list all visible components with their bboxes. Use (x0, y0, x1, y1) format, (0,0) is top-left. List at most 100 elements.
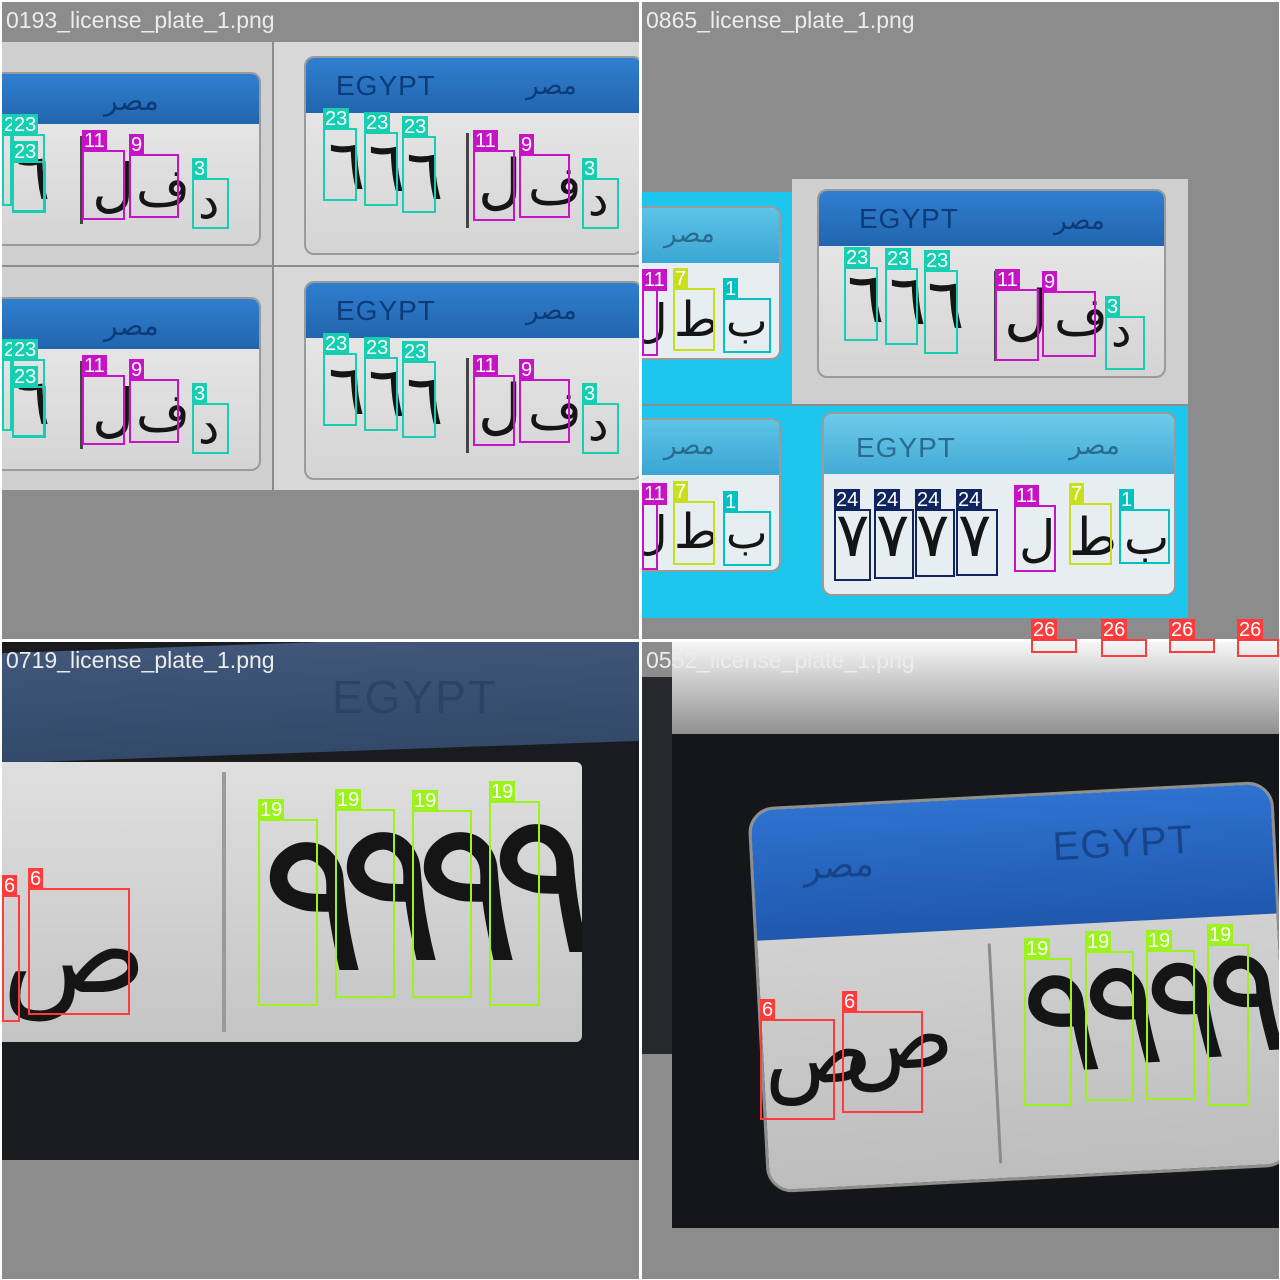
detection-box: 23 (364, 112, 398, 206)
detection-label: 6 (842, 991, 858, 1013)
detection-box: 19 (258, 799, 318, 1006)
detection-label: 3 (192, 383, 208, 405)
detection-box: 3 (192, 158, 229, 229)
detection-label: 7 (673, 268, 689, 290)
detection-box: 11 (82, 130, 125, 220)
detection-box: 19 (489, 781, 540, 1006)
tile-filename: 0719_license_plate_1.png (6, 647, 275, 673)
tile-filename: 0552_license_plate_1.png (646, 647, 915, 673)
detection-label: 19 (412, 790, 439, 812)
detection-label: 6 (28, 868, 44, 890)
detection-label: 23 (364, 337, 391, 359)
detection-box: 23 (12, 141, 46, 213)
detection-label: 23 (885, 248, 912, 270)
detection-label: 19 (335, 789, 362, 811)
detection-box: 7 (673, 481, 715, 565)
detection-box: 3 (192, 383, 229, 454)
tile-filename: 0193_license_plate_1.png (6, 7, 275, 33)
detection-box: 26 (1031, 619, 1077, 653)
detection-box: 24 (915, 489, 955, 577)
detection-box: 23 (2, 114, 29, 206)
detection-box: 19 (412, 790, 472, 998)
detection-label: 1 (1119, 489, 1135, 511)
detection-box: 11 (82, 355, 125, 445)
detection-label: 23 (12, 114, 39, 136)
detection-label: 1 (723, 278, 739, 300)
detection-box: 1 (723, 491, 771, 566)
detection-box: 7 (673, 268, 715, 351)
detection-box: 11 (995, 269, 1039, 361)
detection-box: 26 (1237, 619, 1279, 657)
detection-box: 6 (2, 875, 20, 1022)
tile-filename: 0865_license_plate_1.png (646, 7, 915, 33)
detection-box: 6 (28, 868, 130, 1015)
detection-box: 1 (1119, 489, 1170, 564)
detection-box: 23 (402, 341, 436, 438)
detection-box: 11 (473, 130, 515, 221)
detection-label: 23 (323, 108, 350, 130)
detection-box: 9 (129, 359, 179, 443)
detection-label: 19 (1207, 924, 1234, 946)
detection-label: 24 (834, 489, 861, 511)
detection-label: 23 (12, 141, 39, 163)
detection-label: 19 (1085, 931, 1112, 953)
detection-label: 23 (12, 339, 39, 361)
detection-box: 19 (1024, 938, 1072, 1106)
detection-label: 3 (582, 158, 598, 180)
detection-box: 11 (642, 269, 667, 356)
detection-label: 26 (1237, 619, 1264, 641)
detection-box: 6 (842, 991, 923, 1113)
detection-box: 23 (402, 116, 436, 213)
detection-box: 23 (12, 366, 46, 438)
detection-box: 7 (1069, 483, 1112, 565)
detection-label: 11 (642, 483, 667, 505)
detection-box: 23 (364, 337, 398, 431)
detection-box: 19 (335, 789, 395, 998)
detection-box: 23 (323, 333, 357, 426)
detection-label: 7 (673, 481, 689, 503)
detection-box: 24 (956, 489, 998, 576)
detection-box: 26 (1169, 619, 1215, 653)
detection-label: 24 (874, 489, 901, 511)
detection-label: 24 (915, 489, 942, 511)
detection-label: 23 (402, 341, 429, 363)
detection-label: 23 (924, 250, 951, 272)
detection-label: 11 (995, 269, 1020, 291)
detection-label: 23 (364, 112, 391, 134)
detection-label: 23 (844, 247, 871, 269)
detection-label: 19 (1024, 938, 1051, 960)
detection-box: 3 (582, 158, 619, 229)
mosaic-tile-0865: 0865_license_plate_1.png مصر ل ط ب مصر ل… (642, 2, 1279, 639)
detection-label: 19 (489, 781, 516, 803)
detection-label: 11 (1014, 485, 1039, 507)
detection-label: 9 (519, 359, 535, 381)
detection-box: 3 (1105, 296, 1145, 370)
mosaic-tile-0719: 0719_license_plate_1.png EGYPT ص ٩ ٩ ٩ ٩… (2, 642, 639, 1279)
detection-label: 7 (1069, 483, 1085, 505)
detection-box: 23 (2, 339, 29, 431)
detection-box: 11 (1014, 485, 1056, 572)
detection-box: 24 (874, 489, 914, 579)
mosaic-tile-0193: 0193_license_plate_1.png مصر ٦ ل ف د EGY… (2, 2, 639, 639)
detection-box: 19 (1207, 924, 1249, 1106)
image-crop (642, 677, 672, 1054)
detection-label: 11 (473, 355, 498, 377)
mosaic-tile-0552: 0552_license_plate_1.png EGYPT مصر ص ص ٩… (642, 642, 1279, 1279)
detection-box: 9 (129, 134, 179, 218)
detection-box: 26 (1101, 619, 1147, 657)
detection-label: 11 (473, 130, 498, 152)
detection-box: 6 (760, 999, 835, 1120)
detection-box: 11 (473, 355, 515, 446)
detection-label: 26 (1101, 619, 1128, 641)
detection-box: 11 (642, 483, 667, 570)
detection-label: 9 (1042, 271, 1058, 293)
detection-label: 9 (519, 134, 535, 156)
license-plate: EGYPT مصر ص ص ٩ ٩ ٩ ٩ (747, 780, 1279, 1194)
detection-label: 3 (582, 383, 598, 405)
detection-box: 23 (323, 108, 357, 201)
detection-box: 9 (519, 359, 570, 443)
detection-label: 24 (956, 489, 983, 511)
detection-label: 19 (258, 799, 285, 821)
detection-label: 1 (723, 491, 739, 513)
detection-box: 9 (519, 134, 570, 218)
